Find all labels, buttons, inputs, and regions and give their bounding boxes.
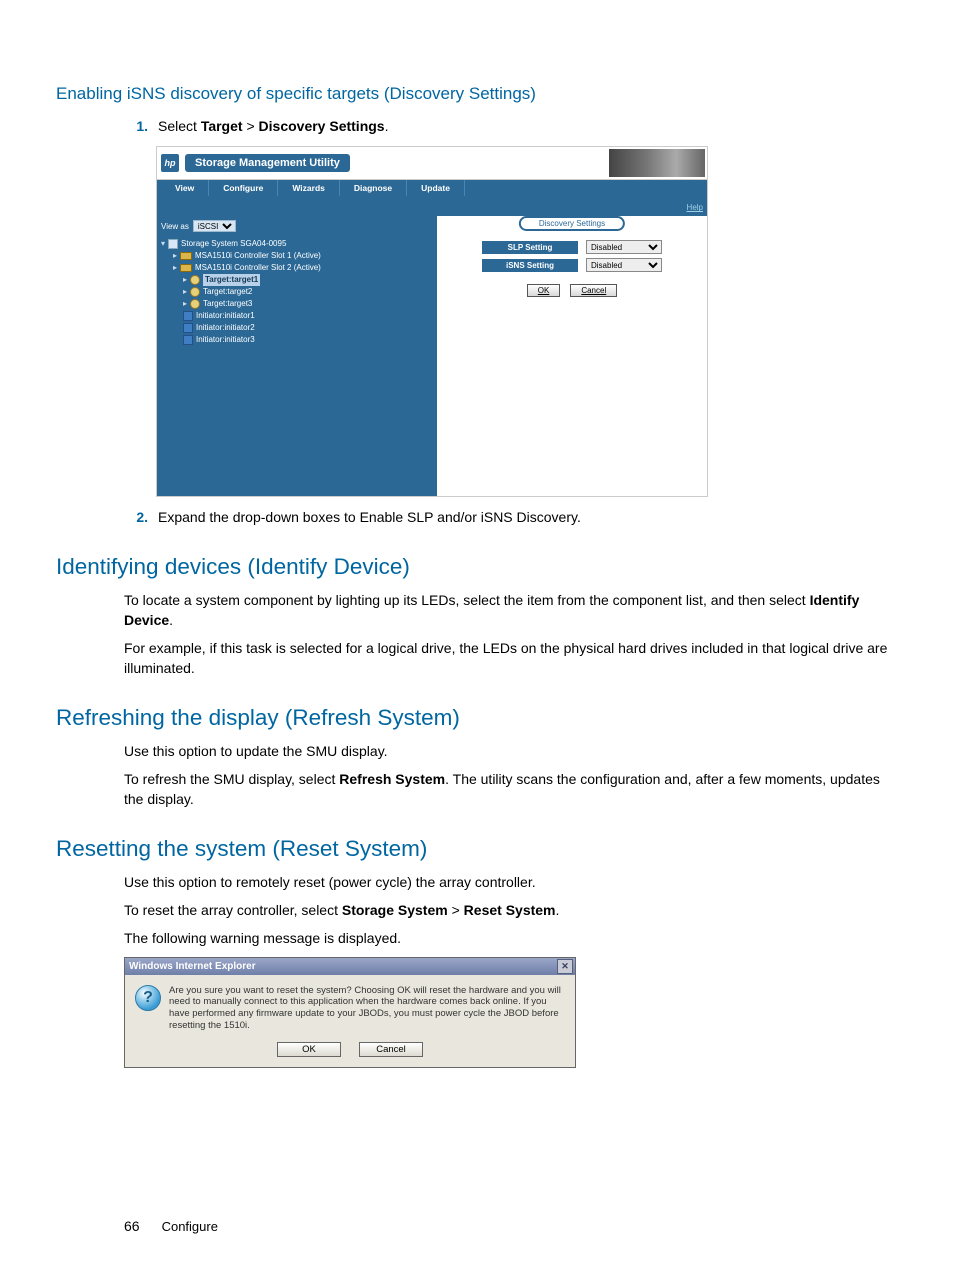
smu-tree: ▾Storage System SGA04-0095 ▸MSA1510i Con… xyxy=(161,238,433,346)
close-button[interactable]: ✕ xyxy=(557,959,573,974)
para: Use this option to update the SMU displa… xyxy=(124,741,898,761)
initiator-icon xyxy=(183,335,193,345)
ie-message: Are you sure you want to reset the syste… xyxy=(169,985,565,1033)
target-icon xyxy=(190,287,200,297)
isns-setting-select[interactable]: Disabled xyxy=(586,258,662,272)
bold-reset-system: Reset System xyxy=(464,902,556,918)
step-2: 2. Expand the drop-down boxes to Enable … xyxy=(124,507,898,527)
text: To refresh the SMU display, select xyxy=(124,771,339,787)
step-text: Select Target > Discovery Settings. xyxy=(158,116,388,136)
initiator-icon xyxy=(183,311,193,321)
para: Use this option to remotely reset (power… xyxy=(124,872,898,892)
controller-icon xyxy=(180,264,192,272)
tree-target-3[interactable]: ▸Target:target3 xyxy=(183,298,433,310)
text: . xyxy=(169,612,173,628)
menu-update[interactable]: Update xyxy=(407,180,465,196)
slp-setting-select[interactable]: Disabled xyxy=(586,240,662,254)
tree-target-1[interactable]: ▸Target:target1 xyxy=(183,274,433,286)
ie-title: Windows Internet Explorer xyxy=(129,961,256,972)
bold-target: Target xyxy=(201,118,243,134)
smu-header: hp Storage Management Utility xyxy=(157,147,707,180)
page-number: 66 xyxy=(124,1218,140,1234)
isns-setting-label: iSNS Setting xyxy=(482,259,578,272)
step-1: 1. Select Target > Discovery Settings. xyxy=(124,116,898,136)
ok-button[interactable]: OK xyxy=(527,284,561,297)
text: > xyxy=(448,902,464,918)
heading-enabling-isns: Enabling iSNS discovery of specific targ… xyxy=(56,84,898,104)
para: To locate a system component by lighting… xyxy=(124,590,898,631)
bold-refresh-system: Refresh System xyxy=(339,771,445,787)
ie-ok-button[interactable]: OK xyxy=(277,1042,341,1057)
tree-target-2[interactable]: ▸Target:target2 xyxy=(183,286,433,298)
tree-storage-system[interactable]: ▾Storage System SGA04-0095 xyxy=(161,238,433,250)
smu-title: Storage Management Utility xyxy=(185,154,350,172)
heading-refreshing-display: Refreshing the display (Refresh System) xyxy=(56,705,898,731)
ie-titlebar: Windows Internet Explorer ✕ xyxy=(125,958,575,975)
heading-resetting-system: Resetting the system (Reset System) xyxy=(56,836,898,862)
page-footer: 66 Configure xyxy=(124,1218,898,1234)
server-image-icon xyxy=(609,149,705,177)
smu-menu-bar: View Configure Wizards Diagnose Update xyxy=(157,180,707,196)
text: To reset the array controller, select xyxy=(124,902,342,918)
para: To refresh the SMU display, select Refre… xyxy=(124,769,898,810)
tree-controller-1[interactable]: ▸MSA1510i Controller Slot 1 (Active) xyxy=(173,250,433,262)
question-icon: ? xyxy=(135,985,161,1011)
step-number: 1. xyxy=(124,116,158,136)
smu-help-row: Help xyxy=(157,196,707,216)
heading-identifying-devices: Identifying devices (Identify Device) xyxy=(56,554,898,580)
para: For example, if this task is selected fo… xyxy=(124,638,898,679)
bold-storage-system: Storage System xyxy=(342,902,448,918)
menu-view[interactable]: View xyxy=(161,180,209,196)
smu-left-panel: View as iSCSI ▾Storage System SGA04-0095… xyxy=(157,216,437,496)
text: > xyxy=(243,118,259,134)
storage-system-icon xyxy=(168,239,178,249)
target-icon xyxy=(190,275,200,285)
text: To locate a system component by lighting… xyxy=(124,592,810,608)
tree-initiator-3[interactable]: Initiator:initiator3 xyxy=(183,334,433,346)
view-as-select[interactable]: iSCSI xyxy=(193,220,236,232)
help-link[interactable]: Help xyxy=(687,203,703,212)
text: Select xyxy=(158,118,201,134)
ie-cancel-button[interactable]: Cancel xyxy=(359,1042,423,1057)
smu-right-panel: Discovery Settings SLP Setting Disabled … xyxy=(437,216,707,496)
menu-diagnose[interactable]: Diagnose xyxy=(340,180,407,196)
initiator-icon xyxy=(183,323,193,333)
target-icon xyxy=(190,299,200,309)
cancel-button[interactable]: Cancel xyxy=(570,284,617,297)
step-text: Expand the drop-down boxes to Enable SLP… xyxy=(158,507,581,527)
tree-initiator-1[interactable]: Initiator:initiator1 xyxy=(183,310,433,322)
tree-controller-2[interactable]: ▸MSA1510i Controller Slot 2 (Active) xyxy=(173,262,433,274)
tree-initiator-2[interactable]: Initiator:initiator2 xyxy=(183,322,433,334)
view-as-label: View as xyxy=(161,222,189,231)
text: . xyxy=(556,902,560,918)
para: The following warning message is display… xyxy=(124,928,898,948)
ie-dialog: Windows Internet Explorer ✕ ? Are you su… xyxy=(124,957,576,1069)
step-number: 2. xyxy=(124,507,158,527)
close-icon: ✕ xyxy=(561,961,569,972)
text: . xyxy=(385,118,389,134)
para: To reset the array controller, select St… xyxy=(124,900,898,920)
bold-discovery-settings: Discovery Settings xyxy=(259,118,385,134)
hp-logo-icon: hp xyxy=(161,154,179,172)
controller-icon xyxy=(180,252,192,260)
slp-setting-label: SLP Setting xyxy=(482,241,578,254)
smu-screenshot: hp Storage Management Utility View Confi… xyxy=(156,146,708,497)
discovery-settings-heading: Discovery Settings xyxy=(519,216,625,231)
menu-configure[interactable]: Configure xyxy=(209,180,278,196)
menu-wizards[interactable]: Wizards xyxy=(278,180,340,196)
footer-section: Configure xyxy=(162,1219,218,1234)
